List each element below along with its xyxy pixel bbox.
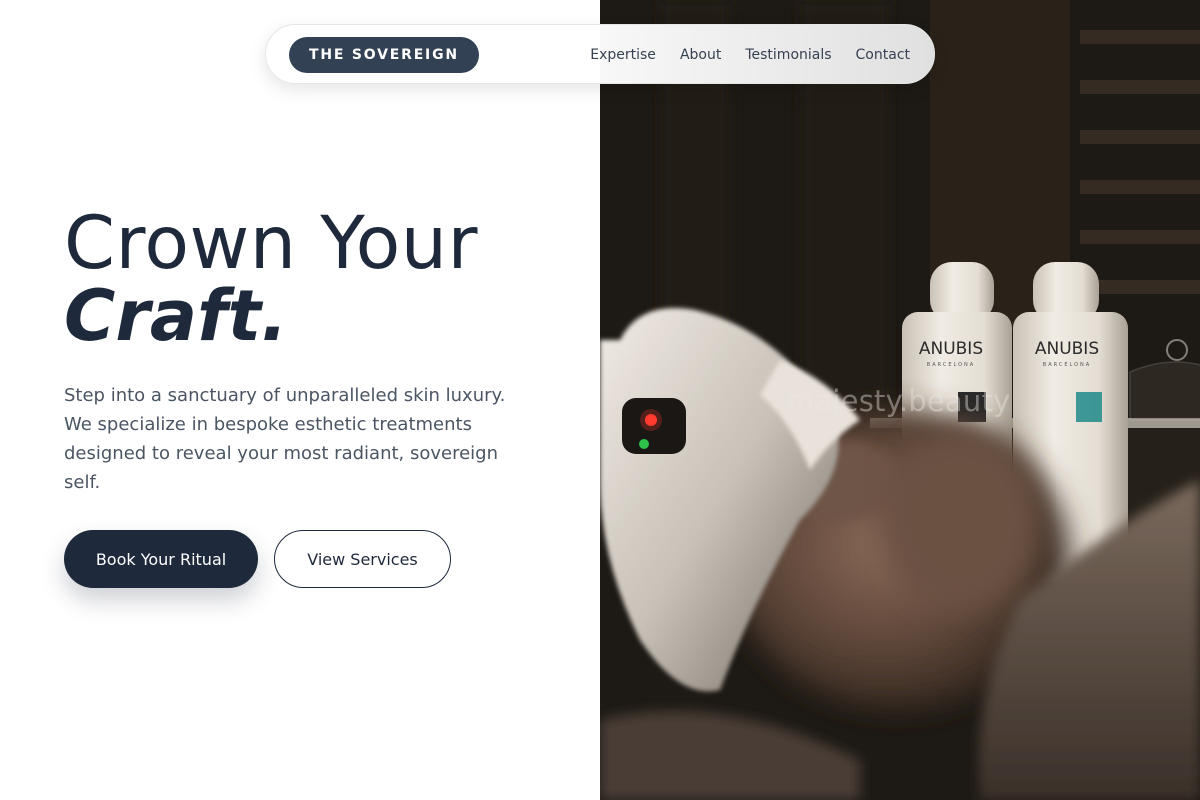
nav-link-expertise[interactable]: Expertise bbox=[590, 47, 656, 63]
hero-photo: ANUBIS ANUBIS BARCELONA BARCELONA majest… bbox=[600, 0, 1200, 800]
nav-link-testimonials[interactable]: Testimonials bbox=[745, 47, 831, 63]
nav-link-about[interactable]: About bbox=[680, 47, 721, 63]
hero-title-line-2: Craft. bbox=[64, 275, 288, 357]
bottle-sublabel-1: BARCELONA bbox=[927, 362, 975, 368]
bottle-sublabel-2: BARCELONA bbox=[1043, 362, 1091, 368]
view-services-button[interactable]: View Services bbox=[274, 530, 451, 588]
bottle-label-1: ANUBIS bbox=[919, 339, 983, 359]
hero-description: Step into a sanctuary of unparalleled sk… bbox=[64, 385, 506, 493]
bottle-label-2: ANUBIS bbox=[1035, 339, 1099, 359]
hero-title: Crown Your Craft. bbox=[64, 201, 479, 357]
watermark-text: majesty.beauty bbox=[786, 384, 1011, 418]
landing-page: ANUBIS ANUBIS BARCELONA BARCELONA majest… bbox=[0, 0, 1200, 800]
nav-link-contact[interactable]: Contact bbox=[856, 47, 910, 63]
nav-links: Expertise About Testimonials Contact bbox=[590, 25, 910, 85]
top-navigation: THE SOVEREIGN Expertise About Testimonia… bbox=[265, 24, 935, 84]
book-ritual-button[interactable]: Book Your Ritual bbox=[64, 530, 258, 588]
brand-logo[interactable]: THE SOVEREIGN bbox=[289, 37, 479, 73]
hero-title-line-1: Crown Your bbox=[64, 201, 479, 286]
